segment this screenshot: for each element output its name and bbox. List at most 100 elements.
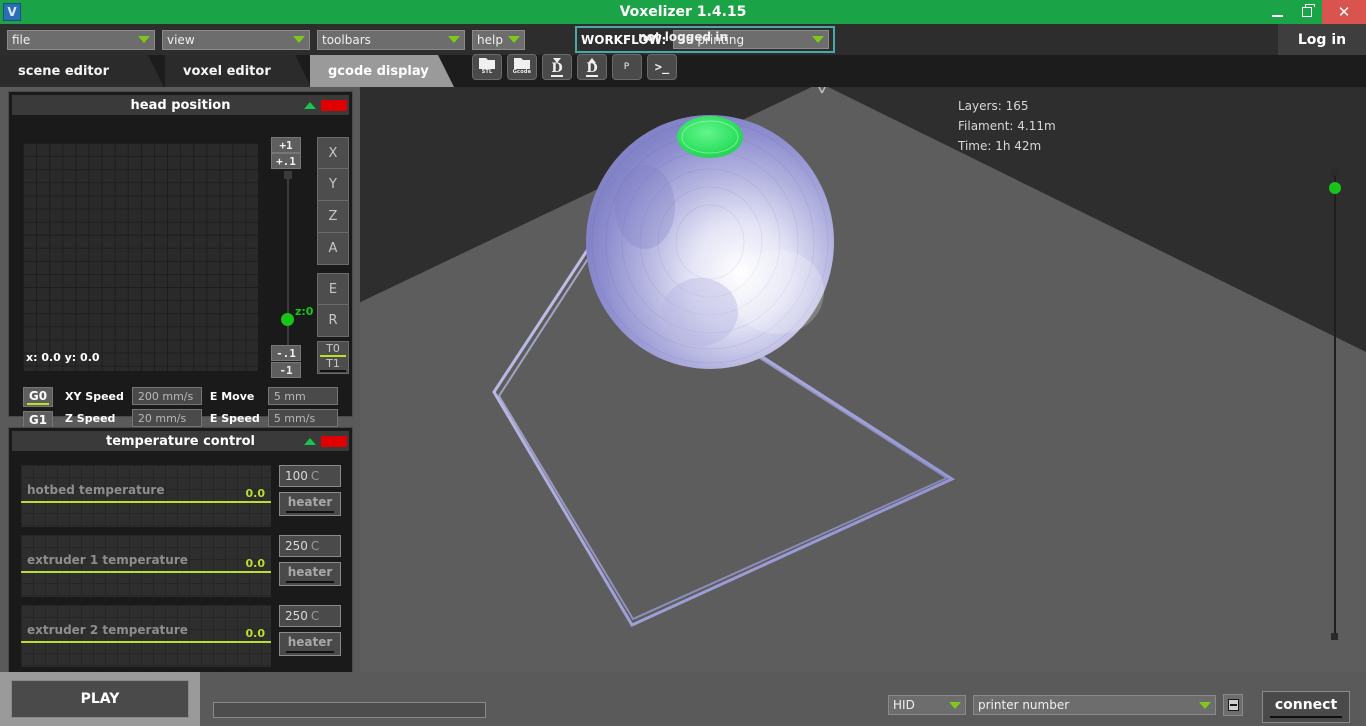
tab-bar: scene editor voxel editor gcode display: [0, 55, 1366, 87]
menu-view-label: view: [167, 32, 195, 47]
position-icon[interactable]: P: [612, 54, 642, 80]
extruder1-setpoint-input[interactable]: 250 C: [279, 535, 341, 557]
print-progress-bar: [213, 702, 486, 718]
axis-x-button[interactable]: X: [317, 137, 349, 169]
xy-speed-input[interactable]: 200 mm/s: [131, 387, 202, 405]
chevron-down-icon: [949, 701, 961, 709]
xy-jog-pad[interactable]: [23, 143, 258, 371]
layers-count: Layers: 165: [958, 99, 1029, 113]
tab-slant: [295, 55, 311, 87]
step-down-coarse-button[interactable]: -1: [271, 362, 301, 378]
tool-selector-button[interactable]: T0 T1: [317, 341, 349, 374]
open-stl-icon[interactable]: STL: [472, 54, 502, 80]
e-speed-input[interactable]: 5 mm/s: [267, 409, 338, 427]
z-slider-top-cap: [284, 171, 292, 179]
maximize-icon[interactable]: [1292, 0, 1322, 24]
connect-button-label: connect: [1274, 696, 1338, 713]
menu-toolbars[interactable]: toolbars: [317, 29, 465, 50]
axis-a-button[interactable]: A: [317, 233, 349, 265]
file-toolbar: STL Gcode D D P >_: [472, 54, 677, 80]
axis-y-button[interactable]: Y: [317, 169, 349, 201]
connect-button[interactable]: connect: [1262, 691, 1350, 723]
extruder2-heater-label: heater: [287, 635, 333, 649]
tool-t0-label: T0: [326, 342, 340, 355]
retract-r-button[interactable]: R: [317, 305, 349, 337]
floppy-save-icon[interactable]: [1223, 694, 1243, 716]
tool-t1-label: T1: [326, 357, 340, 370]
head-position-panel-header: head position: [12, 95, 349, 115]
printer-number-dropdown[interactable]: printer number: [973, 695, 1216, 715]
upload-caption: D: [586, 60, 598, 76]
chevron-down-icon: [508, 36, 520, 43]
step-down-fine-button[interactable]: -.1: [271, 345, 301, 361]
menu-bar: file view toolbars help WORKFLOW: 3d pri…: [0, 24, 1366, 55]
menu-view[interactable]: view: [162, 29, 310, 50]
close-icon[interactable]: ✕: [1322, 0, 1366, 24]
workflow-dropdown[interactable]: 3d printing: [673, 30, 829, 49]
gcode-scene: [360, 87, 1366, 672]
terminal-icon[interactable]: >_: [647, 54, 677, 80]
move-mode-g0-label: G0: [28, 388, 48, 403]
e-move-label: E Move: [209, 389, 255, 403]
e-move-input[interactable]: 5 mm: [267, 387, 338, 405]
temperature-row-extruder-2: extruder 2 temperature 0.0 250 C heater: [15, 605, 346, 667]
menu-file[interactable]: file: [7, 29, 155, 50]
collapse-triangle-icon[interactable]: [304, 101, 316, 109]
step-up-coarse-button[interactable]: +1: [271, 137, 301, 153]
tab-scene-editor[interactable]: scene editor: [0, 55, 164, 87]
sliced-sphere-model: [586, 115, 834, 369]
chevron-down-icon: [293, 36, 305, 43]
hotbed-setpoint-input[interactable]: 100 C: [279, 465, 341, 487]
extruder2-setpoint-unit: C: [310, 609, 320, 623]
extruder2-heater-button[interactable]: heater: [279, 632, 341, 656]
position-caption: P: [623, 62, 631, 72]
open-gcode-caption: Gcode: [512, 69, 532, 75]
layer-slider-handle[interactable]: [1329, 182, 1341, 194]
extrude-e-button[interactable]: E: [317, 273, 349, 305]
temperature-row-extruder-1: extruder 1 temperature 0.0 250 C heater: [15, 535, 346, 597]
extruder2-setpoint-value: 250: [285, 609, 308, 623]
panel-close-icon[interactable]: [321, 99, 347, 111]
current-layer-cap: [677, 116, 743, 158]
z-slider-track[interactable]: [287, 175, 289, 355]
z-speed-label: Z Speed: [65, 411, 116, 425]
axis-z-button[interactable]: Z: [317, 201, 349, 233]
move-mode-g0-button[interactable]: G0: [23, 387, 53, 407]
axis-button-column: X Y Z A E R T0 T1: [317, 137, 353, 374]
upload-icon[interactable]: D: [577, 54, 607, 80]
play-button[interactable]: PLAY: [11, 680, 189, 718]
collapse-triangle-icon[interactable]: [304, 437, 316, 445]
extruder2-temperature-value: 0.0: [245, 627, 266, 640]
tab-gcode-display[interactable]: gcode display: [310, 55, 454, 87]
step-up-fine-button[interactable]: +.1: [271, 153, 301, 169]
workflow-label: WORKFLOW:: [581, 32, 667, 47]
download-icon[interactable]: D: [542, 54, 572, 80]
window-title: Voxelizer 1.4.15: [619, 4, 747, 20]
z-speed-input[interactable]: 20 mm/s: [131, 409, 202, 427]
z-slider-handle[interactable]: [281, 313, 294, 326]
menu-help[interactable]: help: [472, 29, 525, 50]
title-bar: V Voxelizer 1.4.15 ✕: [0, 0, 1366, 24]
hotbed-setpoint-value: 100: [285, 469, 308, 483]
login-button[interactable]: Log in: [1278, 24, 1366, 55]
layer-slider[interactable]: [1328, 167, 1342, 642]
panel-close-icon[interactable]: [321, 435, 347, 447]
extruder2-setpoint-input[interactable]: 250 C: [279, 605, 341, 627]
tab-voxel-editor-label: voxel editor: [183, 63, 271, 79]
xy-speed-label: XY Speed: [65, 389, 124, 403]
left-control-column: head position x: 0.0 y: 0.0 +1 +.1 z:0 -…: [0, 87, 360, 726]
move-mode-g1-label: G1: [28, 412, 48, 427]
minimize-icon[interactable]: [1262, 0, 1292, 24]
tab-voxel-editor[interactable]: voxel editor: [165, 55, 311, 87]
hotbed-heater-button[interactable]: heater: [279, 492, 341, 516]
gcode-3d-viewport[interactable]: Layers: 165 Filament: 4.11m Time: 1h 42m: [360, 87, 1366, 672]
connection-type-dropdown[interactable]: HID: [888, 695, 966, 715]
extruder1-temperature-label: extruder 1 temperature: [27, 553, 188, 567]
extruder1-heater-button[interactable]: heater: [279, 562, 341, 586]
chevron-down-icon: [138, 36, 150, 43]
open-gcode-icon[interactable]: Gcode: [507, 54, 537, 80]
layer-slider-track[interactable]: [1334, 175, 1336, 635]
chevron-down-icon: [1199, 701, 1211, 709]
extruder2-temperature-graph: extruder 2 temperature 0.0: [21, 605, 271, 667]
head-position-panel: head position x: 0.0 y: 0.0 +1 +.1 z:0 -…: [8, 91, 353, 431]
